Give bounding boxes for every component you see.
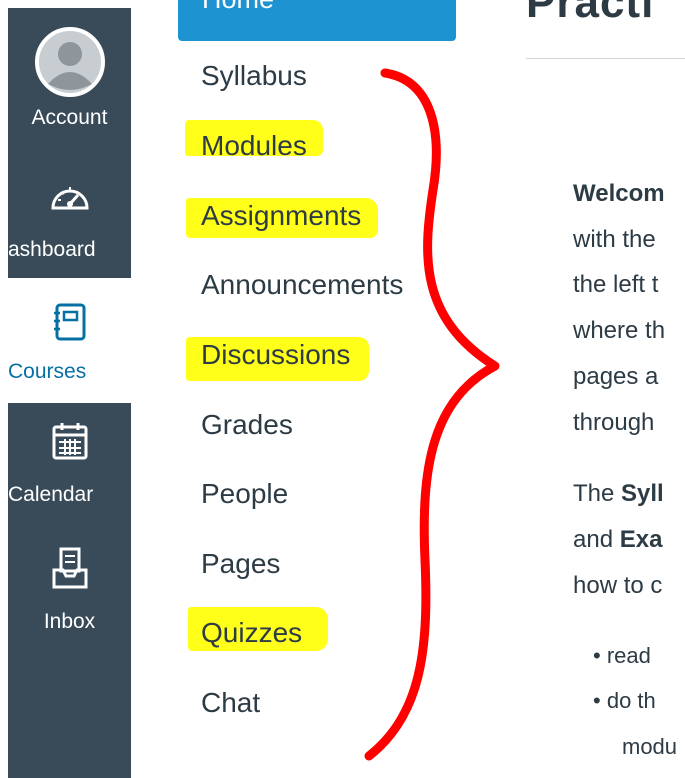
global-nav-inbox-label: Inbox — [43, 610, 96, 633]
list-item-text: do th — [606, 688, 656, 713]
content-line: The Syll — [573, 480, 664, 508]
content-line: pages a — [573, 363, 659, 390]
global-nav-calendar[interactable]: Calendar — [8, 403, 131, 528]
global-nav-account-label: Account — [31, 106, 108, 129]
title-divider — [526, 58, 685, 59]
list-item: • read — [593, 643, 651, 668]
content-line-text: The Syll — [573, 480, 664, 507]
list-item-text: read — [606, 643, 651, 668]
content-line: with the — [573, 226, 656, 253]
content-line: the left t — [573, 271, 659, 298]
global-nav-account[interactable]: Account — [8, 8, 131, 148]
global-nav: Account ashboard Courses Calendar Inbox — [8, 8, 131, 778]
global-nav-courses[interactable]: Courses — [8, 278, 131, 403]
content-line: and Exa — [573, 526, 662, 554]
content-line: through — [573, 409, 655, 436]
content-line: Welcom — [573, 180, 665, 207]
courses-book-icon — [53, 303, 85, 341]
list-item-continuation: modu — [622, 734, 678, 759]
inbox-tray-icon — [52, 547, 87, 589]
global-nav-dashboard[interactable]: ashboard — [8, 158, 131, 278]
list-item: • do th — [593, 688, 656, 713]
page-content: Practi Welcom with the the left t where … — [526, 0, 685, 778]
global-nav-dashboard-label: ashboard — [8, 238, 96, 261]
global-nav-inbox[interactable]: Inbox — [8, 528, 131, 653]
dashboard-gauge-icon — [50, 187, 89, 210]
global-nav-courses-label: Courses — [8, 360, 87, 383]
global-nav-calendar-label: Calendar — [8, 483, 94, 506]
content-line-text: and Exa — [573, 526, 663, 553]
content-line: where th — [573, 317, 666, 344]
red-brace-annotation — [364, 68, 500, 761]
content-line: how to c — [573, 572, 663, 599]
page-title: Practi — [526, 0, 655, 27]
course-nav: Home Syllabus Modules Assignments Announ… — [131, 0, 526, 778]
account-avatar-icon — [34, 27, 105, 97]
calendar-icon — [52, 423, 87, 460]
